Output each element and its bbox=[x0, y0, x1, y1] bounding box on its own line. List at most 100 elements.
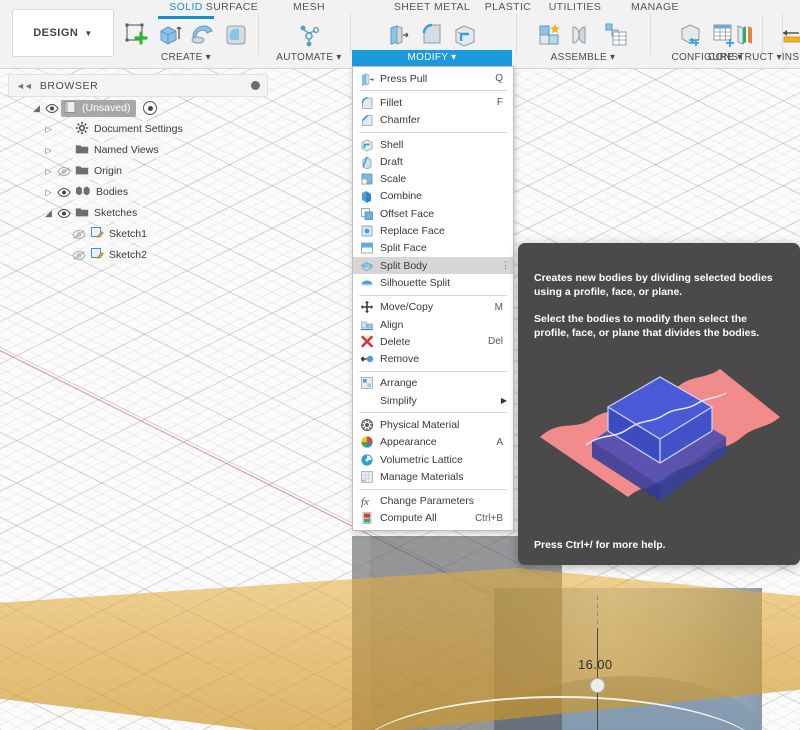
tree-node-named-views[interactable]: ▷ Named Views bbox=[8, 140, 268, 160]
menu-item-shortcut: A bbox=[496, 436, 503, 448]
menu-item-move-copy[interactable]: Move/Copy M bbox=[353, 299, 513, 316]
visibility-eye-hidden-icon[interactable] bbox=[70, 250, 88, 261]
automate-icon[interactable] bbox=[295, 21, 323, 49]
menu-item-scale[interactable]: Scale bbox=[353, 170, 513, 187]
fillet-icon[interactable] bbox=[418, 21, 446, 49]
menu-separator bbox=[359, 412, 507, 414]
menu-item-split-face[interactable]: Split Face bbox=[353, 240, 513, 257]
tree-node-content[interactable]: Sketches bbox=[73, 204, 144, 222]
menu-item-label: Arrange bbox=[380, 377, 418, 390]
menu-item-delete[interactable]: Delete Del bbox=[353, 333, 513, 350]
browser-options-icon[interactable] bbox=[251, 81, 260, 90]
tree-node-label: Sketches bbox=[94, 207, 138, 219]
menu-item-physical-material[interactable]: Physical Material bbox=[353, 416, 513, 433]
tree-node-label: Bodies bbox=[96, 186, 129, 198]
tree-node-content[interactable]: Origin bbox=[73, 162, 129, 180]
tab-group-mesh: MESH AUTOMATE ▾ bbox=[268, 0, 350, 68]
menu-item-label: Remove bbox=[380, 353, 420, 366]
menu-item-arrange[interactable]: Arrange bbox=[353, 375, 513, 392]
menu-item-replace-face[interactable]: Replace Face bbox=[353, 222, 513, 239]
group-inspect-label[interactable]: INSP bbox=[764, 52, 800, 63]
tree-node-sketch2[interactable]: Sketch2 bbox=[8, 245, 268, 265]
menu-item-compute-all[interactable]: Compute All Ctrl+B bbox=[353, 510, 513, 527]
expand-arrow-icon[interactable]: ◢ bbox=[42, 208, 55, 219]
measure-icon[interactable] bbox=[780, 21, 800, 49]
menu-item-simplify[interactable]: Simplify ▶ bbox=[353, 392, 513, 409]
tree-node-content[interactable]: (Unsaved) bbox=[61, 99, 137, 117]
visibility-eye-icon[interactable] bbox=[55, 208, 73, 219]
create-sketch-icon[interactable] bbox=[123, 21, 151, 49]
tree-node-sketches[interactable]: ◢ Sketches bbox=[8, 203, 268, 223]
menu-item-label: Physical Material bbox=[380, 418, 460, 431]
expand-arrow-icon[interactable]: ▷ bbox=[42, 167, 55, 176]
browser-header[interactable]: ◄◄ BROWSER bbox=[8, 74, 268, 97]
expand-arrow-icon[interactable]: ▷ bbox=[42, 125, 55, 134]
sketch-icon bbox=[90, 247, 104, 264]
menu-item-shortcut: Del bbox=[487, 336, 503, 348]
menu-item-fillet[interactable]: Fillet F bbox=[353, 94, 513, 111]
tree-node-unsaved[interactable]: ◢ (Unsaved) bbox=[8, 98, 268, 118]
tree-node-content[interactable]: Sketch2 bbox=[88, 246, 153, 264]
menu-item-chamfer[interactable]: Chamfer bbox=[353, 112, 513, 129]
tree-node-content[interactable]: Named Views bbox=[73, 141, 165, 159]
menu-item-label: Offset Face bbox=[380, 207, 435, 220]
offset-plane-icon[interactable] bbox=[731, 21, 759, 49]
tree-node-origin[interactable]: ▷ Origin bbox=[8, 161, 268, 181]
tree-node-content[interactable]: Sketch1 bbox=[88, 225, 153, 243]
tree-node-content[interactable]: Document Settings bbox=[73, 120, 189, 138]
expand-arrow-icon[interactable]: ◢ bbox=[30, 103, 43, 114]
replace-face-icon bbox=[360, 224, 374, 238]
tree-node-document-settings[interactable]: ▷ Document Settings bbox=[8, 119, 268, 139]
menu-item-label: Align bbox=[380, 318, 404, 331]
menu-item-label: Combine bbox=[380, 190, 423, 203]
tree-node-bodies[interactable]: ▷ Bodies bbox=[8, 182, 268, 202]
menu-item-press-pull[interactable]: Press Pull Q bbox=[353, 70, 513, 87]
group-automate-label[interactable]: AUTOMATE ▾ bbox=[268, 52, 350, 63]
browser-panel: ◄◄ BROWSER ◢ (Unsaved) ▷ Document Settin… bbox=[8, 74, 268, 265]
visibility-eye-hidden-icon[interactable] bbox=[70, 229, 88, 240]
submenu-arrow-icon: ▶ bbox=[500, 396, 507, 406]
menu-item-offset-face[interactable]: Offset Face bbox=[353, 205, 513, 222]
change-parameters-icon: fx bbox=[360, 494, 374, 508]
menu-item-draft[interactable]: Draft bbox=[353, 153, 513, 170]
scale-icon bbox=[360, 172, 374, 186]
menu-item-volumetric-lattice[interactable]: Volumetric Lattice bbox=[353, 451, 513, 468]
compute-all-icon bbox=[360, 511, 374, 525]
tooltip-illustration bbox=[540, 369, 780, 501]
menu-item-manage-materials[interactable]: Manage Materials bbox=[353, 468, 513, 485]
press-pull-icon[interactable] bbox=[385, 21, 413, 49]
visibility-eye-icon[interactable] bbox=[43, 103, 61, 114]
menu-item-label: Appearance bbox=[380, 436, 437, 449]
dimension-value[interactable]: 16.00 bbox=[578, 657, 613, 672]
workspace-switcher-button[interactable]: DESIGN ▼ bbox=[12, 9, 114, 57]
automate-toolbar-icons bbox=[268, 20, 350, 50]
tab-mesh[interactable]: MESH bbox=[268, 1, 350, 13]
expand-arrow-icon[interactable]: ▷ bbox=[42, 146, 55, 155]
activate-radio[interactable] bbox=[143, 101, 158, 115]
menu-item-label: Move/Copy bbox=[380, 301, 434, 314]
menu-item-shortcut: M bbox=[494, 301, 503, 313]
menu-item-align[interactable]: Align bbox=[353, 316, 513, 333]
menu-item-change-parameters[interactable]: fx Change Parameters bbox=[353, 493, 513, 510]
menu-item-shortcut: F bbox=[496, 97, 503, 109]
menu-item-appearance[interactable]: Appearance A bbox=[353, 434, 513, 451]
menu-item-label: Change Parameters bbox=[380, 495, 474, 508]
menu-item-shell[interactable]: Shell bbox=[353, 136, 513, 153]
tree-node-content[interactable]: Bodies bbox=[73, 183, 135, 201]
manage-materials-icon bbox=[360, 470, 374, 484]
visibility-eye-icon[interactable] bbox=[55, 187, 73, 198]
menu-item-overflow-icon[interactable]: ⋮ bbox=[501, 261, 510, 270]
dimension-handle[interactable] bbox=[590, 678, 605, 693]
menu-item-combine[interactable]: Combine bbox=[353, 188, 513, 205]
tree-node-sketch1[interactable]: Sketch1 bbox=[8, 224, 268, 244]
chamfer-icon bbox=[360, 113, 374, 127]
menu-item-split-body[interactable]: Split Body ⋮ bbox=[353, 256, 513, 275]
menu-item-remove[interactable]: Remove bbox=[353, 350, 513, 367]
expand-arrow-icon[interactable]: ▷ bbox=[42, 188, 55, 197]
tree-node-label: (Unsaved) bbox=[82, 102, 131, 114]
silhouette-split-icon bbox=[360, 276, 374, 290]
tree-node-label: Document Settings bbox=[94, 123, 183, 135]
visibility-eye-hidden-icon[interactable] bbox=[55, 166, 73, 177]
menu-item-silhouette-split[interactable]: Silhouette Split bbox=[353, 274, 513, 291]
collapse-icon[interactable]: ◄◄ bbox=[16, 81, 33, 91]
